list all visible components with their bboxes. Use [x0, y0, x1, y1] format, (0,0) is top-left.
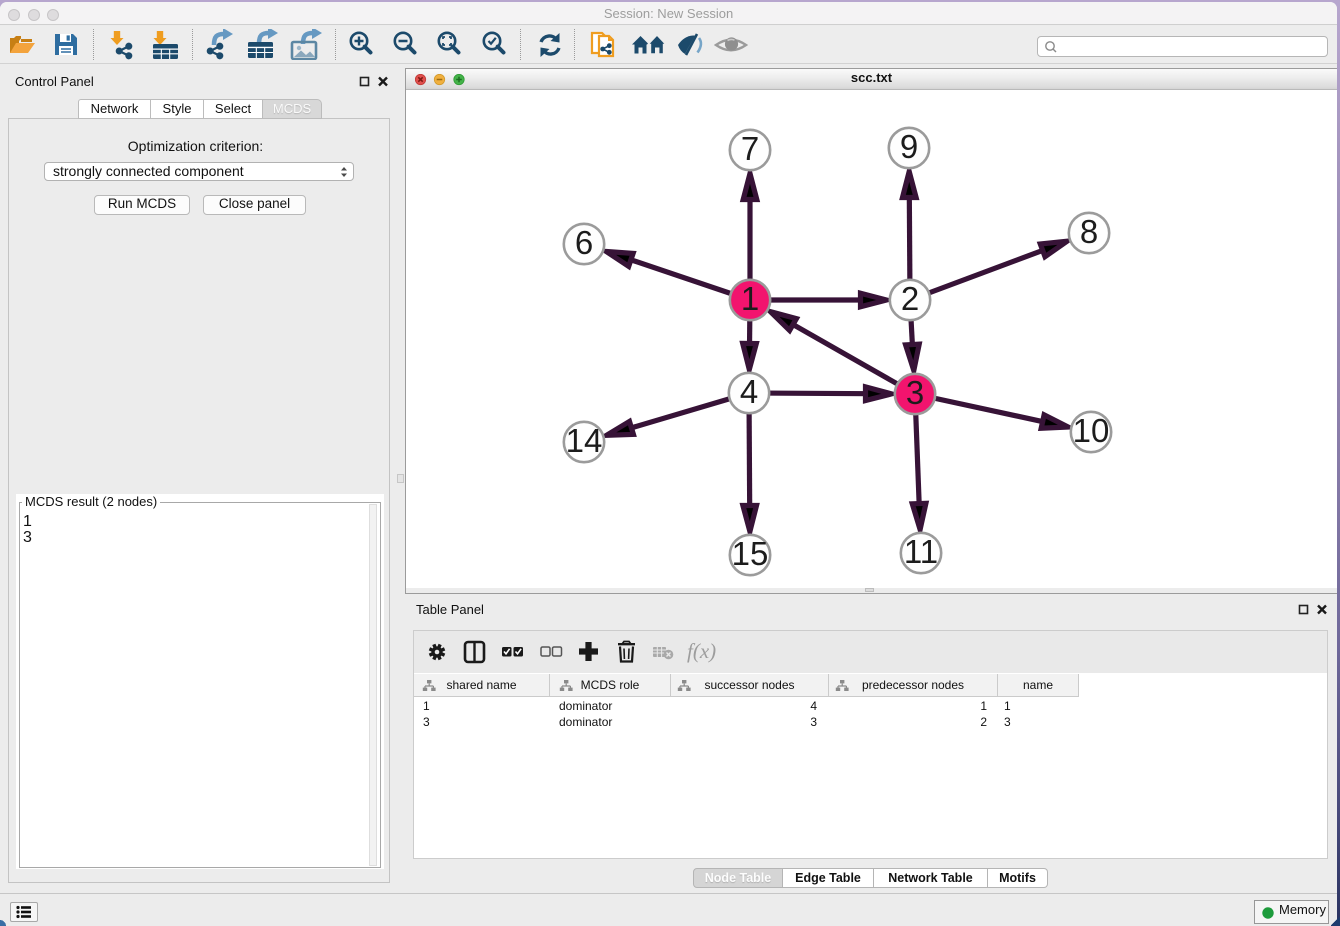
svg-text:9: 9: [900, 128, 918, 165]
svg-text:2: 2: [901, 280, 919, 317]
svg-text:1: 1: [741, 280, 759, 317]
svg-text:14: 14: [566, 422, 603, 459]
svg-text:7: 7: [741, 130, 759, 167]
svg-text:8: 8: [1080, 213, 1098, 250]
svg-text:3: 3: [906, 374, 924, 411]
svg-text:15: 15: [732, 535, 769, 572]
svg-text:4: 4: [740, 373, 758, 410]
svg-text:10: 10: [1073, 412, 1110, 449]
svg-text:11: 11: [904, 533, 938, 570]
svg-text:6: 6: [575, 224, 593, 261]
